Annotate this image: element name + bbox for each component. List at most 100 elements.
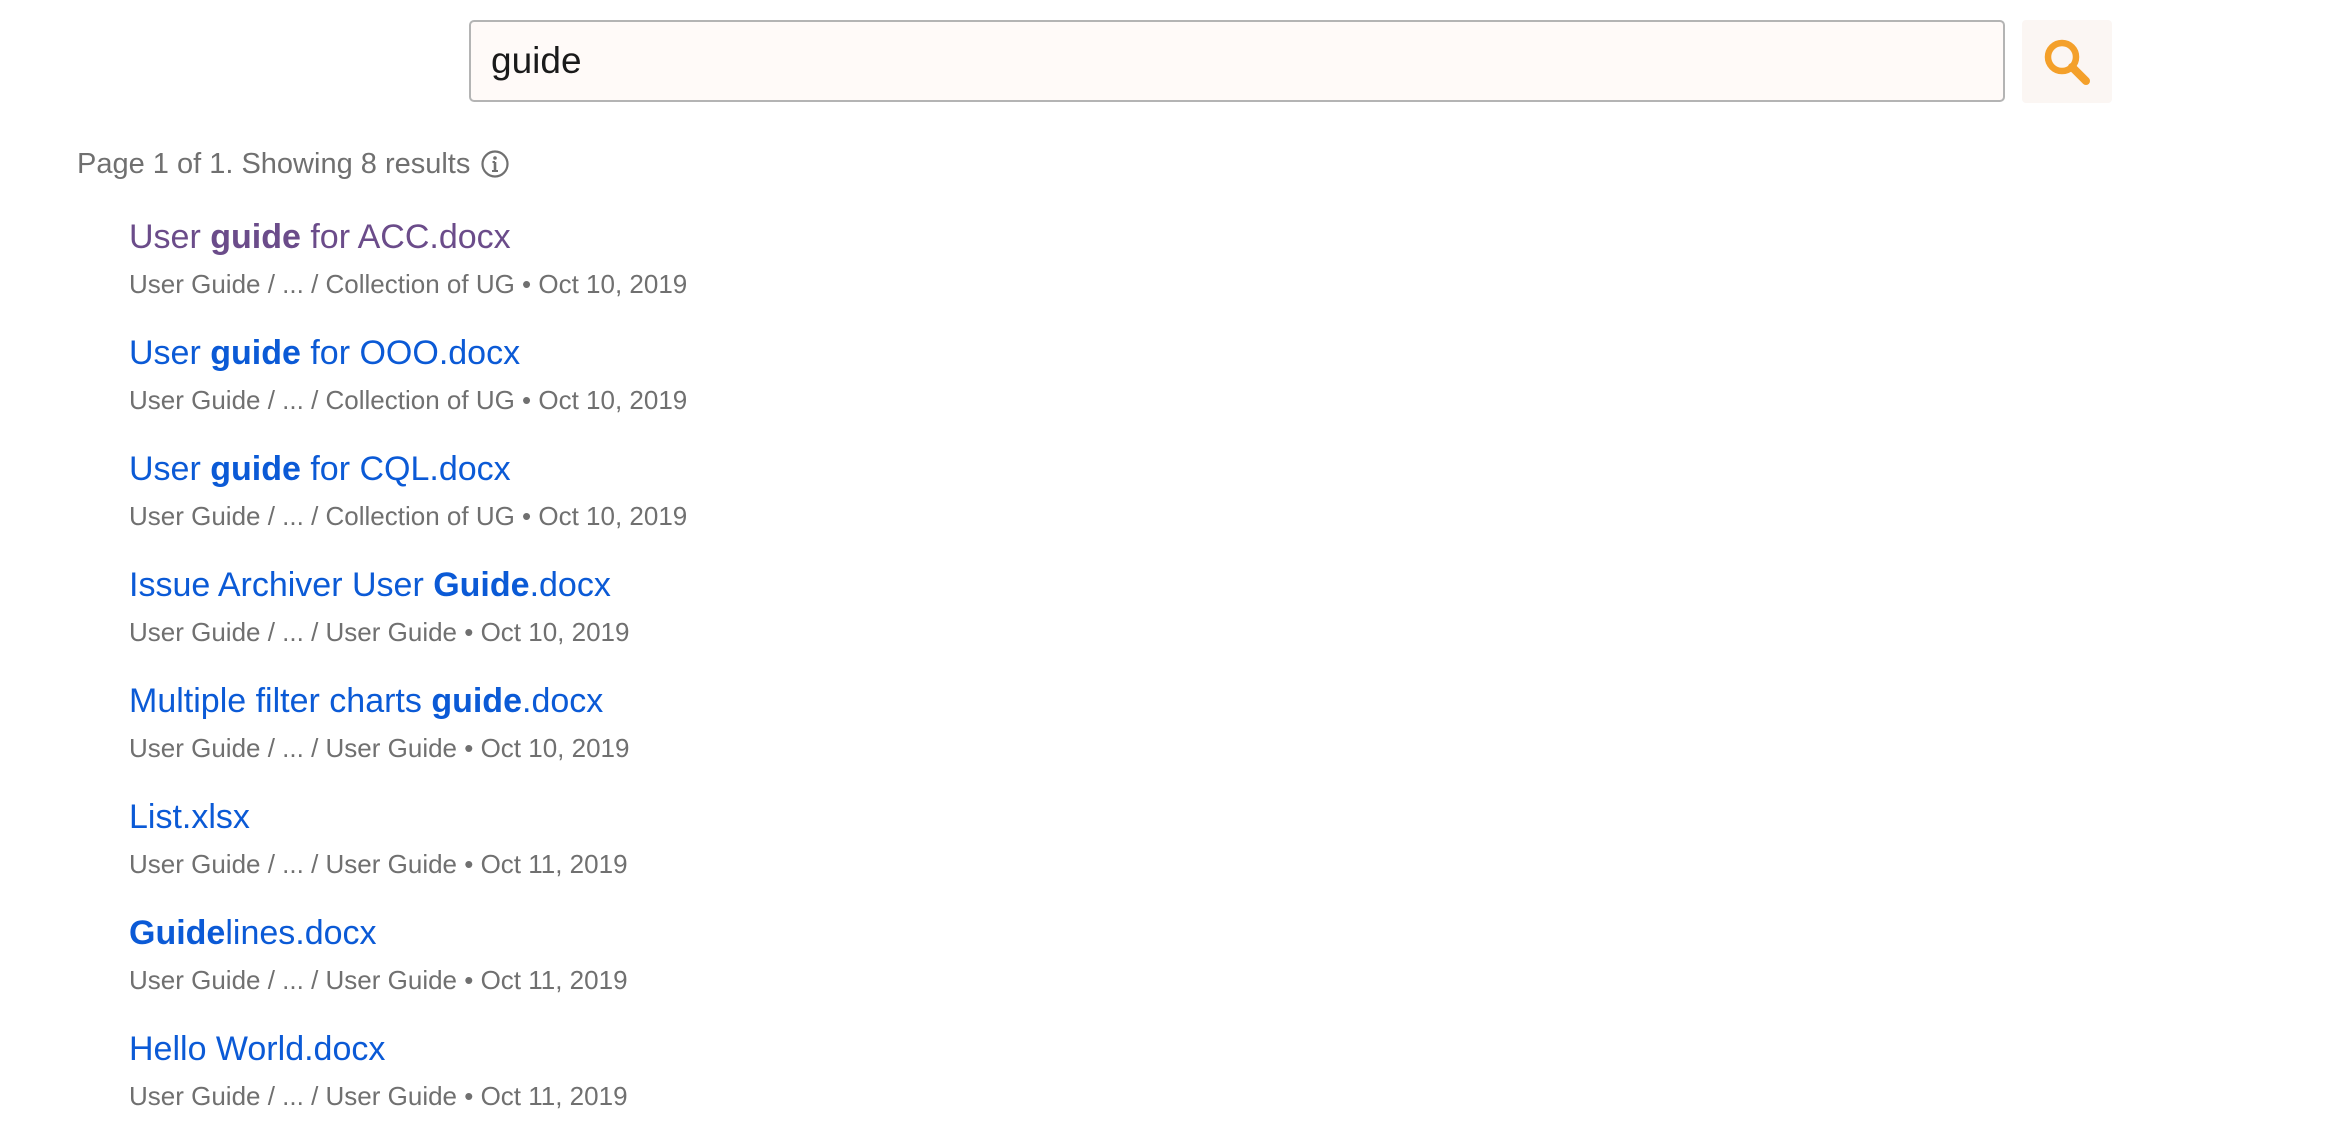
title-text: lines.docx	[225, 914, 377, 952]
result-breadcrumb: User Guide / ... / Collection of UG • Oc…	[129, 264, 687, 304]
results-summary-text: Page 1 of 1. Showing 8 results	[77, 147, 471, 180]
title-text: Multiple filter charts	[129, 682, 432, 720]
breadcrumb-ellipsis[interactable]: ...	[282, 849, 304, 879]
search-result-item: User guide for OOO.docx User Guide / ... …	[129, 328, 687, 444]
breadcrumb-space[interactable]: User Guide	[129, 269, 261, 299]
result-breadcrumb: User Guide / ... / Collection of UG • Oc…	[129, 496, 687, 536]
title-highlight: guide	[210, 450, 301, 488]
breadcrumb-ellipsis[interactable]: ...	[282, 1081, 304, 1111]
breadcrumb-space[interactable]: User Guide	[129, 849, 261, 879]
breadcrumb-ellipsis[interactable]: ...	[282, 385, 304, 415]
breadcrumb-space[interactable]: User Guide	[129, 965, 261, 995]
breadcrumb-separator: /	[303, 1081, 326, 1111]
breadcrumb-space[interactable]: User Guide	[129, 1081, 261, 1111]
title-highlight: Guide	[129, 914, 226, 952]
title-text: .docx	[529, 566, 611, 604]
breadcrumb-space[interactable]: User Guide	[129, 733, 261, 763]
title-highlight: guide	[210, 218, 301, 256]
breadcrumb-space[interactable]: User Guide	[129, 385, 261, 415]
result-breadcrumb: User Guide / ... / User Guide • Oct 11, …	[129, 960, 687, 1000]
result-title-link[interactable]: User guide for OOO.docx	[129, 328, 687, 378]
result-date: Oct 10, 2019	[538, 385, 688, 415]
breadcrumb-separator: •	[514, 501, 539, 531]
search-result-item: List.xlsx User Guide / ... / User Guide •…	[129, 792, 687, 908]
search-result-item: Multiple filter charts guide.docx User Gu…	[129, 676, 687, 792]
result-date: Oct 10, 2019	[480, 733, 630, 763]
search-result-item: Hello World.docx User Guide / ... / User …	[129, 1024, 687, 1140]
result-date: Oct 11, 2019	[480, 1081, 628, 1111]
breadcrumb-separator: /	[303, 733, 326, 763]
title-text: for ACC.docx	[300, 218, 511, 256]
breadcrumb-parent[interactable]: User Guide	[326, 617, 458, 647]
result-date: Oct 11, 2019	[480, 965, 628, 995]
breadcrumb-separator: /	[260, 501, 283, 531]
breadcrumb-ellipsis[interactable]: ...	[282, 965, 304, 995]
breadcrumb-separator: /	[303, 617, 326, 647]
result-breadcrumb: User Guide / ... / Collection of UG • Oc…	[129, 380, 687, 420]
breadcrumb-parent[interactable]: User Guide	[326, 1081, 458, 1111]
result-title-link[interactable]: Hello World.docx	[129, 1024, 687, 1074]
breadcrumb-separator: •	[514, 269, 539, 299]
result-date: Oct 10, 2019	[538, 269, 688, 299]
breadcrumb-separator: •	[514, 385, 539, 415]
title-text: for CQL.docx	[300, 450, 511, 488]
search-input[interactable]	[469, 20, 2005, 102]
result-breadcrumb: User Guide / ... / User Guide • Oct 10, …	[129, 612, 687, 652]
breadcrumb-parent[interactable]: Collection of UG	[326, 269, 515, 299]
breadcrumb-separator: /	[303, 501, 326, 531]
result-title-link[interactable]: Guidelines.docx	[129, 908, 687, 958]
title-highlight: guide	[210, 334, 301, 372]
breadcrumb-separator: /	[303, 965, 326, 995]
breadcrumb-separator: •	[457, 965, 481, 995]
breadcrumb-separator: •	[457, 617, 481, 647]
breadcrumb-ellipsis[interactable]: ...	[282, 733, 304, 763]
breadcrumb-parent[interactable]: User Guide	[326, 733, 458, 763]
result-title-link[interactable]: List.xlsx	[129, 792, 687, 842]
results-summary: Page 1 of 1. Showing 8 results	[77, 144, 510, 184]
title-text: .docx	[522, 682, 604, 720]
result-breadcrumb: User Guide / ... / User Guide • Oct 10, …	[129, 728, 687, 768]
breadcrumb-ellipsis[interactable]: ...	[282, 269, 304, 299]
search-result-item: User guide for ACC.docx User Guide / ... …	[129, 212, 687, 328]
breadcrumb-separator: /	[260, 733, 283, 763]
title-text: List.xlsx	[129, 798, 250, 836]
title-text: Hello World.docx	[129, 1030, 386, 1068]
breadcrumb-ellipsis[interactable]: ...	[282, 617, 304, 647]
breadcrumb-separator: /	[260, 269, 283, 299]
title-text: User	[129, 218, 211, 256]
result-title-link[interactable]: User guide for CQL.docx	[129, 444, 687, 494]
breadcrumb-separator: /	[260, 1081, 283, 1111]
title-text: Issue Archiver User	[129, 566, 434, 604]
breadcrumb-separator: /	[260, 617, 283, 647]
title-highlight: guide	[431, 682, 522, 720]
result-title-link[interactable]: Issue Archiver User Guide.docx	[129, 560, 687, 610]
result-breadcrumb: User Guide / ... / User Guide • Oct 11, …	[129, 1076, 687, 1116]
breadcrumb-parent[interactable]: User Guide	[326, 849, 458, 879]
breadcrumb-parent[interactable]: Collection of UG	[326, 385, 515, 415]
result-title-link[interactable]: Multiple filter charts guide.docx	[129, 676, 687, 726]
breadcrumb-separator: /	[260, 385, 283, 415]
info-icon[interactable]	[480, 149, 510, 179]
title-highlight: Guide	[433, 566, 530, 604]
breadcrumb-separator: •	[457, 733, 481, 763]
breadcrumb-separator: /	[260, 965, 283, 995]
breadcrumb-ellipsis[interactable]: ...	[282, 501, 304, 531]
breadcrumb-parent[interactable]: User Guide	[326, 965, 458, 995]
breadcrumb-space[interactable]: User Guide	[129, 501, 261, 531]
breadcrumb-separator: /	[303, 849, 326, 879]
search-button[interactable]	[2022, 20, 2112, 103]
breadcrumb-separator: /	[260, 849, 283, 879]
search-result-item: User guide for CQL.docx User Guide / ... …	[129, 444, 687, 560]
breadcrumb-separator: /	[303, 385, 326, 415]
title-text: User	[129, 450, 211, 488]
breadcrumb-separator: •	[457, 849, 481, 879]
breadcrumb-parent[interactable]: Collection of UG	[326, 501, 515, 531]
result-breadcrumb: User Guide / ... / User Guide • Oct 11, …	[129, 844, 687, 884]
result-date: Oct 10, 2019	[538, 501, 688, 531]
search-results-list: User guide for ACC.docx User Guide / ... …	[129, 212, 687, 1140]
result-title-link[interactable]: User guide for ACC.docx	[129, 212, 687, 262]
search-result-item: Guidelines.docx User Guide / ... / User G…	[129, 908, 687, 1024]
breadcrumb-separator: •	[457, 1081, 481, 1111]
result-date: Oct 11, 2019	[480, 849, 628, 879]
breadcrumb-space[interactable]: User Guide	[129, 617, 261, 647]
